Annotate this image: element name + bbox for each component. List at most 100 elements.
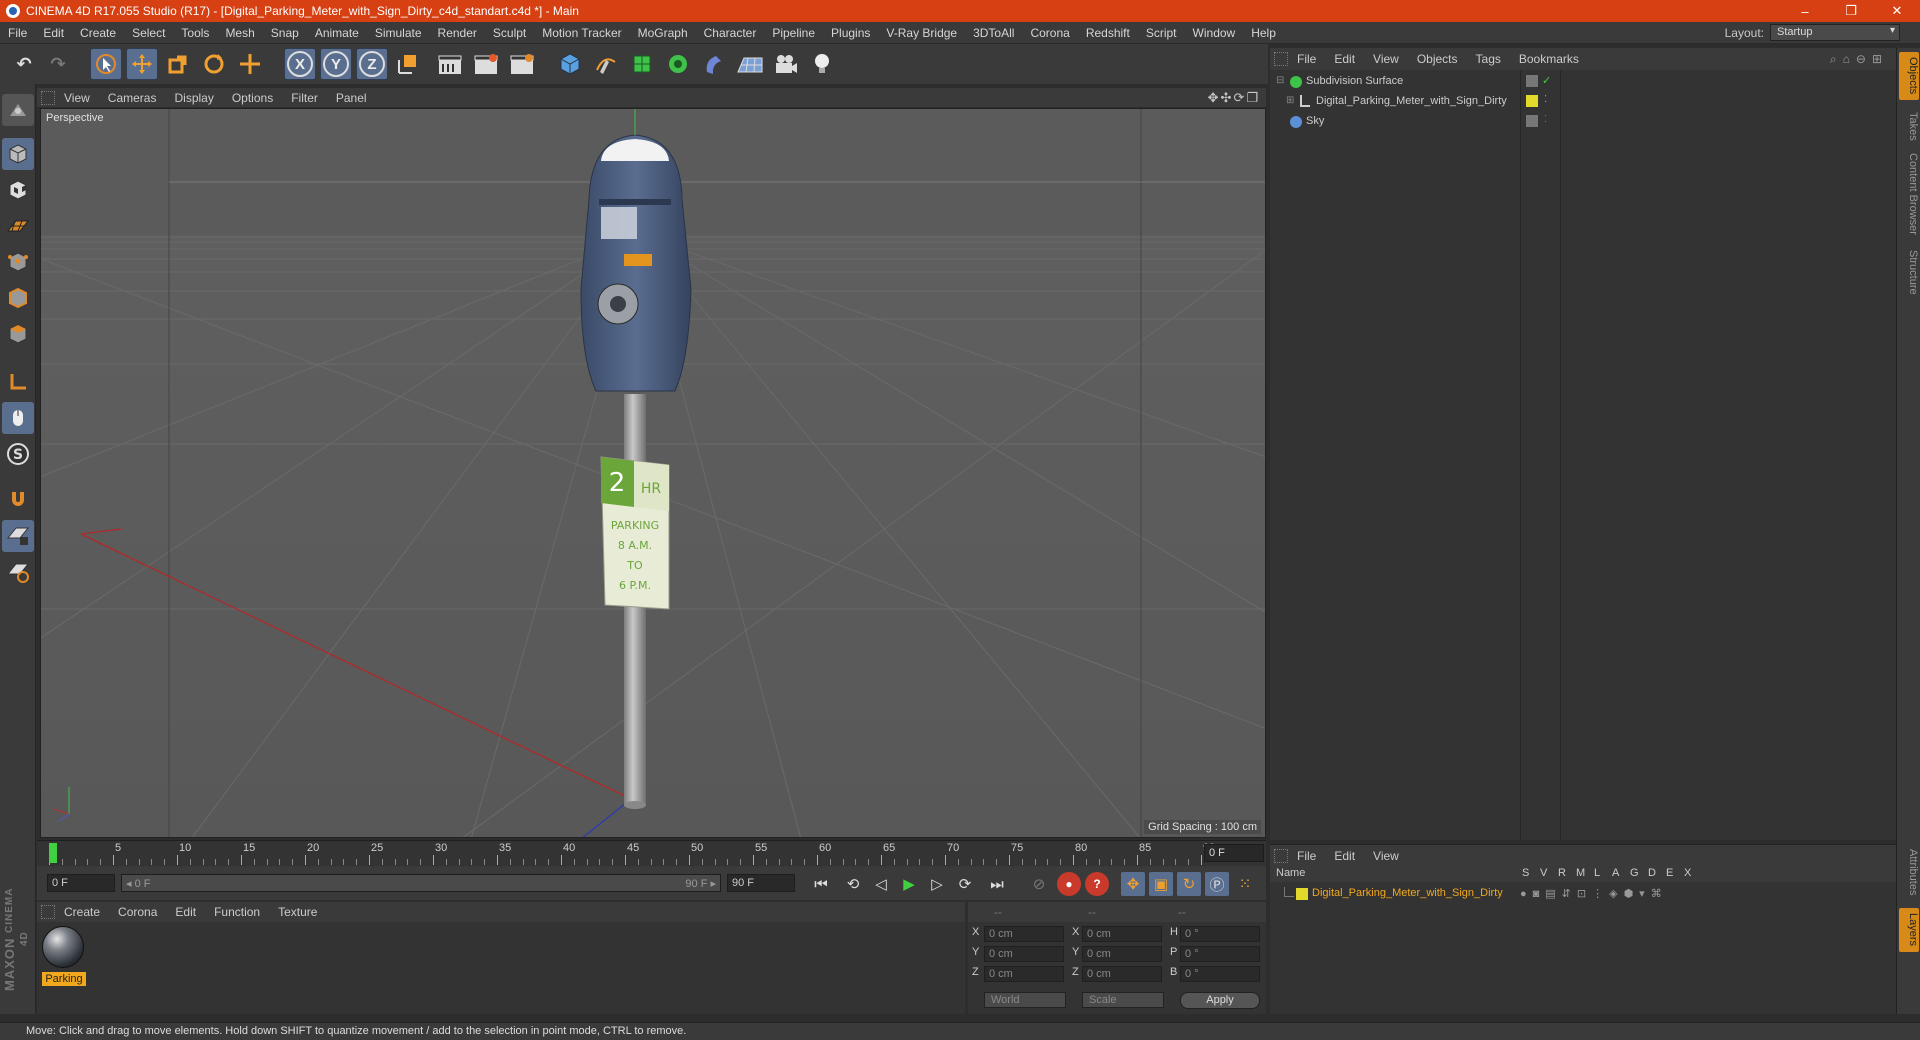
workplane-mode-button[interactable]: [2, 210, 34, 242]
end-frame-field[interactable]: 90 F: [727, 874, 795, 892]
deformer-button[interactable]: [698, 48, 730, 80]
menu-mograph[interactable]: MoGraph: [630, 26, 696, 40]
tab-structure[interactable]: Structure: [1899, 244, 1919, 300]
visibility-dots-icon[interactable]: ⁚: [1544, 94, 1547, 105]
om-menu-tags[interactable]: Tags: [1467, 52, 1510, 66]
locked-workplane-button[interactable]: [2, 556, 34, 588]
om-search-icon[interactable]: ⌕⌂⊖⊞: [1830, 52, 1888, 67]
go-to-end-button[interactable]: ⏭: [985, 872, 1009, 896]
menu-vray-bridge[interactable]: V-Ray Bridge: [878, 26, 965, 40]
key-pla-button[interactable]: ⁙: [1233, 872, 1257, 896]
redo-button[interactable]: ↷: [42, 48, 74, 80]
rotation-p-field[interactable]: 0 °: [1180, 946, 1260, 962]
menu-3dtoall[interactable]: 3DToAll: [965, 26, 1022, 40]
mat-menu-texture[interactable]: Texture: [269, 905, 326, 919]
perspective-viewport[interactable]: 2 HR PARKING 8 A.M. TO 6 P.M. Perspectiv…: [40, 108, 1266, 838]
size-x-field[interactable]: 0 cm: [1082, 926, 1162, 942]
menu-motion-tracker[interactable]: Motion Tracker: [534, 26, 629, 40]
size-mode-dropdown[interactable]: Scale: [1082, 992, 1164, 1008]
minimize-button[interactable]: –: [1782, 0, 1828, 22]
close-button[interactable]: ✕: [1874, 0, 1920, 22]
model-mode-button[interactable]: [2, 138, 34, 170]
render-picture-viewer-button[interactable]: [470, 48, 502, 80]
tab-layers[interactable]: Layers: [1899, 908, 1919, 952]
vp-menu-filter[interactable]: Filter: [282, 91, 327, 105]
z-axis-button[interactable]: Z: [356, 48, 388, 80]
menu-character[interactable]: Character: [696, 26, 765, 40]
om-menu-view[interactable]: View: [1364, 52, 1408, 66]
vp-menu-options[interactable]: Options: [223, 91, 282, 105]
key-parameter-button[interactable]: Ⓟ: [1205, 872, 1229, 896]
menu-sculpt[interactable]: Sculpt: [485, 26, 534, 40]
live-selection-button[interactable]: [90, 48, 122, 80]
light-button[interactable]: [806, 48, 838, 80]
mat-menu-edit[interactable]: Edit: [166, 905, 205, 919]
record-active-objects-button[interactable]: ●: [1057, 872, 1081, 896]
tab-content-browser[interactable]: Content Browser: [1899, 150, 1919, 238]
cloner-button[interactable]: [662, 48, 694, 80]
key-scale-button[interactable]: ▣: [1149, 872, 1173, 896]
axis-mode-button[interactable]: [2, 366, 34, 398]
next-frame-button[interactable]: ▷: [925, 872, 949, 896]
spline-pen-button[interactable]: [590, 48, 622, 80]
menu-create[interactable]: Create: [72, 26, 124, 40]
texture-mode-button[interactable]: [2, 174, 34, 206]
tab-takes[interactable]: Takes: [1899, 106, 1919, 146]
vp-menu-view[interactable]: View: [55, 91, 99, 105]
workplane-lock-button[interactable]: [2, 520, 34, 552]
last-tool-button[interactable]: [234, 48, 266, 80]
om-menu-file[interactable]: File: [1288, 52, 1325, 66]
undo-button[interactable]: ↶: [8, 48, 40, 80]
apply-button[interactable]: Apply: [1180, 992, 1260, 1009]
go-to-start-button[interactable]: ⏮: [809, 872, 833, 896]
floor-button[interactable]: [734, 48, 766, 80]
lm-menu-edit[interactable]: Edit: [1325, 849, 1364, 863]
menu-edit[interactable]: Edit: [35, 26, 72, 40]
layer-row[interactable]: Digital_Parking_Meter_with_Sign_Dirty ●◙…: [1270, 884, 1896, 904]
om-menu-edit[interactable]: Edit: [1325, 52, 1364, 66]
coordinate-space-dropdown[interactable]: World: [984, 992, 1066, 1008]
menu-animate[interactable]: Animate: [307, 26, 367, 40]
rotation-h-field[interactable]: 0 °: [1180, 926, 1260, 942]
polygons-mode-button[interactable]: [2, 318, 34, 350]
points-mode-button[interactable]: [2, 246, 34, 278]
tab-attributes[interactable]: Attributes: [1899, 842, 1919, 902]
y-axis-button[interactable]: Y: [320, 48, 352, 80]
check-icon[interactable]: ✓: [1542, 74, 1551, 87]
make-editable-button[interactable]: [2, 94, 34, 126]
autokeying-button[interactable]: ?: [1085, 872, 1109, 896]
collapse-icon[interactable]: ⊟: [1276, 75, 1284, 86]
om-menu-objects[interactable]: Objects: [1408, 52, 1467, 66]
prev-frame-button[interactable]: ◁: [869, 872, 893, 896]
menu-window[interactable]: Window: [1185, 26, 1244, 40]
timeline-ruler[interactable]: 051015202530354045505560657075808590 0 F: [37, 840, 1266, 866]
rotate-tool-button[interactable]: [198, 48, 230, 80]
tweak-mode-button[interactable]: [2, 402, 34, 434]
coordinate-system-button[interactable]: [392, 48, 424, 80]
play-button[interactable]: ▶: [897, 872, 921, 896]
layer-color-swatch[interactable]: [1296, 888, 1308, 900]
x-axis-button[interactable]: X: [284, 48, 316, 80]
render-view-button[interactable]: [434, 48, 466, 80]
key-position-button[interactable]: ✥: [1121, 872, 1145, 896]
layer-icon[interactable]: [1526, 75, 1538, 87]
snap-button[interactable]: [2, 484, 34, 516]
mat-menu-corona[interactable]: Corona: [109, 905, 166, 919]
next-keyframe-button[interactable]: ⟳: [953, 872, 977, 896]
layer-toggle-icons[interactable]: ●◙▤⇵⊡⋮◈⬢▾⌘: [1520, 887, 1668, 900]
menu-pipeline[interactable]: Pipeline: [764, 26, 823, 40]
subdivision-surface-button[interactable]: [626, 48, 658, 80]
key-rotation-button[interactable]: ↻: [1177, 872, 1201, 896]
om-menu-bookmarks[interactable]: Bookmarks: [1510, 52, 1588, 66]
record-disabled-button[interactable]: ⊘: [1027, 872, 1051, 896]
expand-icon[interactable]: ⊞: [1286, 95, 1294, 106]
maximize-button[interactable]: ❐: [1828, 0, 1874, 22]
render-settings-button[interactable]: [506, 48, 538, 80]
layer-icon[interactable]: [1526, 115, 1538, 127]
menu-file[interactable]: File: [0, 26, 35, 40]
position-z-field[interactable]: 0 cm: [984, 966, 1064, 982]
frame-range-slider[interactable]: ◂ 0 F 90 F ▸: [121, 874, 721, 892]
size-z-field[interactable]: 0 cm: [1082, 966, 1162, 982]
menu-mesh[interactable]: Mesh: [217, 26, 262, 40]
size-y-field[interactable]: 0 cm: [1082, 946, 1162, 962]
